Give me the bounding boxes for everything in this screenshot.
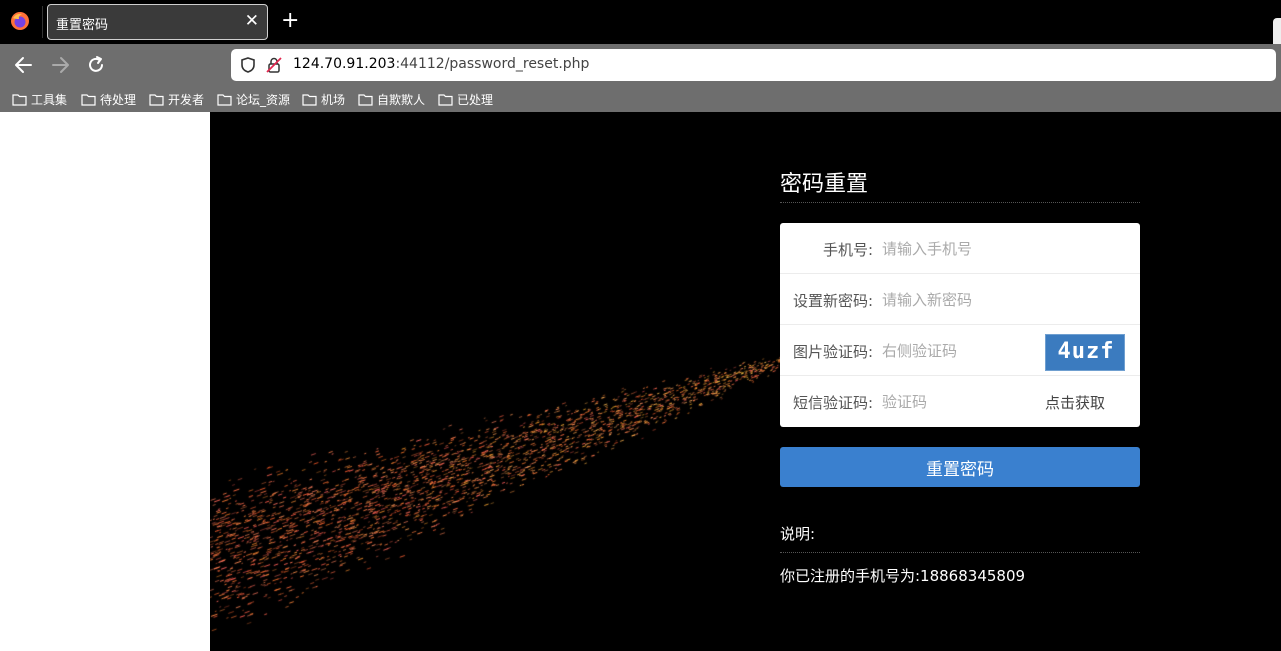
firefox-icon[interactable] bbox=[10, 11, 30, 31]
folder-icon bbox=[12, 93, 27, 106]
tab-bar: 重置密码 ✕ + bbox=[0, 0, 1281, 52]
bookmark-label: 待处理 bbox=[100, 92, 137, 107]
phone-row: 手机号: bbox=[780, 223, 1140, 274]
folder-icon bbox=[438, 93, 453, 106]
page-title: 密码重置 bbox=[780, 162, 1140, 203]
tab-separator bbox=[42, 6, 43, 38]
bookmarks-bar: 工具集 待处理 开发者 论坛_资源 机场 自欺欺人 已处理 bbox=[0, 86, 1281, 112]
folder-icon bbox=[302, 93, 317, 106]
folder-icon bbox=[358, 93, 373, 106]
address-bar[interactable]: 124.70.91.203:44112/password_reset.php bbox=[231, 49, 1276, 81]
back-arrow-icon[interactable] bbox=[11, 53, 37, 77]
phone-input[interactable] bbox=[882, 235, 1042, 263]
bookmark-label: 开发者 bbox=[168, 92, 205, 107]
captcha-input[interactable] bbox=[882, 337, 1042, 365]
bookmark-folder[interactable]: 论坛_资源 bbox=[217, 90, 290, 108]
url-path: :44112/password_reset.php bbox=[395, 56, 590, 72]
bookmark-folder[interactable]: 工具集 bbox=[12, 90, 67, 108]
captcha-label: 图片验证码: bbox=[792, 343, 873, 361]
folder-icon bbox=[149, 93, 164, 106]
bookmark-folder[interactable]: 待处理 bbox=[81, 90, 136, 108]
bookmark-label: 论坛_资源 bbox=[236, 92, 291, 107]
close-tab-icon[interactable]: ✕ bbox=[245, 11, 259, 31]
bookmark-label: 自欺欺人 bbox=[377, 92, 426, 107]
note-text: 你已注册的手机号为:18868345809 bbox=[780, 567, 1026, 585]
new-tab-button[interactable]: + bbox=[281, 8, 299, 34]
left-blank-area bbox=[0, 112, 210, 651]
bookmark-label: 已处理 bbox=[457, 92, 494, 107]
page-content: 密码重置 手机号: 设置新密码: 图片验证码: 4uzf 短信验证码: 点击获取 bbox=[0, 112, 1281, 651]
url-text[interactable]: 124.70.91.203:44112/password_reset.php bbox=[293, 56, 589, 72]
sms-row: 短信验证码: 点击获取 bbox=[780, 376, 1140, 427]
captcha-image[interactable]: 4uzf bbox=[1045, 334, 1125, 371]
new-password-row: 设置新密码: bbox=[780, 274, 1140, 325]
new-password-input[interactable] bbox=[882, 286, 1042, 314]
get-sms-code-button[interactable]: 点击获取 bbox=[1045, 392, 1105, 413]
sms-code-input[interactable] bbox=[882, 388, 1042, 416]
sms-label: 短信验证码: bbox=[792, 394, 873, 412]
active-tab[interactable]: 重置密码 ✕ bbox=[47, 4, 268, 40]
bookmark-folder[interactable]: 自欺欺人 bbox=[358, 90, 425, 108]
folder-icon bbox=[217, 93, 232, 106]
forward-arrow-icon[interactable] bbox=[47, 53, 73, 77]
captcha-row: 图片验证码: 4uzf bbox=[780, 325, 1140, 376]
reload-icon[interactable] bbox=[83, 53, 109, 77]
navigation-bar: 124.70.91.203:44112/password_reset.php bbox=[0, 44, 1281, 86]
note-title: 说明: bbox=[780, 523, 1140, 553]
shield-icon[interactable] bbox=[239, 56, 257, 74]
bookmark-label: 工具集 bbox=[31, 92, 68, 107]
insecure-lock-icon[interactable] bbox=[265, 56, 283, 74]
bookmark-folder[interactable]: 已处理 bbox=[438, 90, 493, 108]
new-password-label: 设置新密码: bbox=[792, 292, 873, 310]
phone-label: 手机号: bbox=[822, 241, 873, 259]
reset-password-button[interactable]: 重置密码 bbox=[780, 447, 1140, 487]
reset-form: 手机号: 设置新密码: 图片验证码: 4uzf 短信验证码: 点击获取 bbox=[780, 223, 1140, 427]
captcha-text: 4uzf bbox=[1057, 339, 1115, 364]
url-host: 124.70.91.203 bbox=[293, 56, 396, 72]
bookmark-folder[interactable]: 机场 bbox=[302, 90, 345, 108]
bookmark-folder[interactable]: 开发者 bbox=[149, 90, 204, 108]
reset-panel: 密码重置 手机号: 设置新密码: 图片验证码: 4uzf 短信验证码: 点击获取 bbox=[780, 162, 1140, 586]
bookmark-label: 机场 bbox=[321, 92, 346, 107]
folder-icon bbox=[81, 93, 96, 106]
tab-title: 重置密码 bbox=[56, 18, 109, 33]
